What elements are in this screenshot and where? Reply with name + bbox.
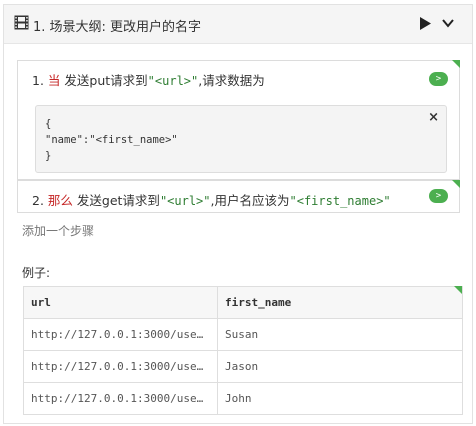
table-corner-marker: [454, 286, 462, 294]
step-1-text: 1. 当 发送put请求到"<url>",请求数据为: [32, 70, 265, 89]
table-cell[interactable]: Jason: [217, 350, 463, 383]
table-row: http://127.0.0.1:3000/use… Jason: [23, 350, 463, 383]
column-header-url[interactable]: url: [23, 286, 218, 319]
step-text: 发送put请求到: [60, 73, 148, 88]
table-cell[interactable]: Susan: [217, 318, 463, 351]
step-number: 1.: [32, 73, 44, 88]
examples-label: 例子:: [22, 266, 51, 280]
examples-table: url first_name http://127.0.0.1:3000/use…: [23, 286, 463, 415]
table-row: http://127.0.0.1:3000/use… John: [23, 382, 463, 415]
run-step-button[interactable]: >: [429, 72, 448, 86]
step-keyword: 当: [47, 73, 61, 88]
step-keyword: 那么: [47, 193, 73, 208]
docstring-content: { "name":"<first_name>" }: [45, 118, 178, 162]
step-2[interactable]: 2. 那么 发送get请求到"<url>",用户名应该为"<first_name…: [17, 180, 460, 213]
step-text: ,用户名应该为: [210, 193, 290, 208]
play-icon[interactable]: [419, 16, 432, 31]
step-argument: "<first_name>": [289, 194, 391, 208]
step-1[interactable]: 1. 当 发送put请求到"<url>",请求数据为 > { "name":"<…: [17, 60, 460, 180]
run-step-button[interactable]: >: [429, 189, 448, 203]
docstring-block[interactable]: { "name":"<first_name>" } ×: [35, 105, 447, 173]
film-icon: [14, 15, 29, 30]
chevron-down-icon[interactable]: [441, 17, 455, 29]
step-number: 2.: [32, 193, 44, 208]
scenario-outline-panel: 1. 场景大纲: 更改用户的名字 1. 当 发送put请求到"<url>",请求…: [3, 4, 473, 424]
table-header-row: url first_name: [23, 286, 463, 319]
step-corner-marker: [452, 60, 460, 68]
scenario-title: 1. 场景大纲: 更改用户的名字: [33, 20, 202, 35]
table-cell[interactable]: http://127.0.0.1:3000/use…: [23, 318, 218, 351]
table-cell[interactable]: http://127.0.0.1:3000/use…: [23, 350, 218, 383]
step-text: 发送get请求到: [72, 193, 160, 208]
step-text: ,请求数据为: [198, 73, 265, 88]
table-row: http://127.0.0.1:3000/use… Susan: [23, 318, 463, 351]
column-header-first-name[interactable]: first_name: [217, 286, 463, 319]
scenario-header[interactable]: 1. 场景大纲: 更改用户的名字: [4, 5, 472, 44]
step-argument: "<url>": [147, 74, 199, 88]
step-argument: "<url>": [159, 194, 211, 208]
table-cell[interactable]: John: [217, 382, 463, 415]
add-step-link[interactable]: 添加一个步骤: [22, 222, 94, 239]
step-2-text: 2. 那么 发送get请求到"<url>",用户名应该为"<first_name…: [32, 190, 391, 209]
step-corner-marker: [452, 180, 460, 188]
table-cell[interactable]: http://127.0.0.1:3000/use…: [23, 382, 218, 415]
close-icon[interactable]: ×: [428, 110, 439, 125]
